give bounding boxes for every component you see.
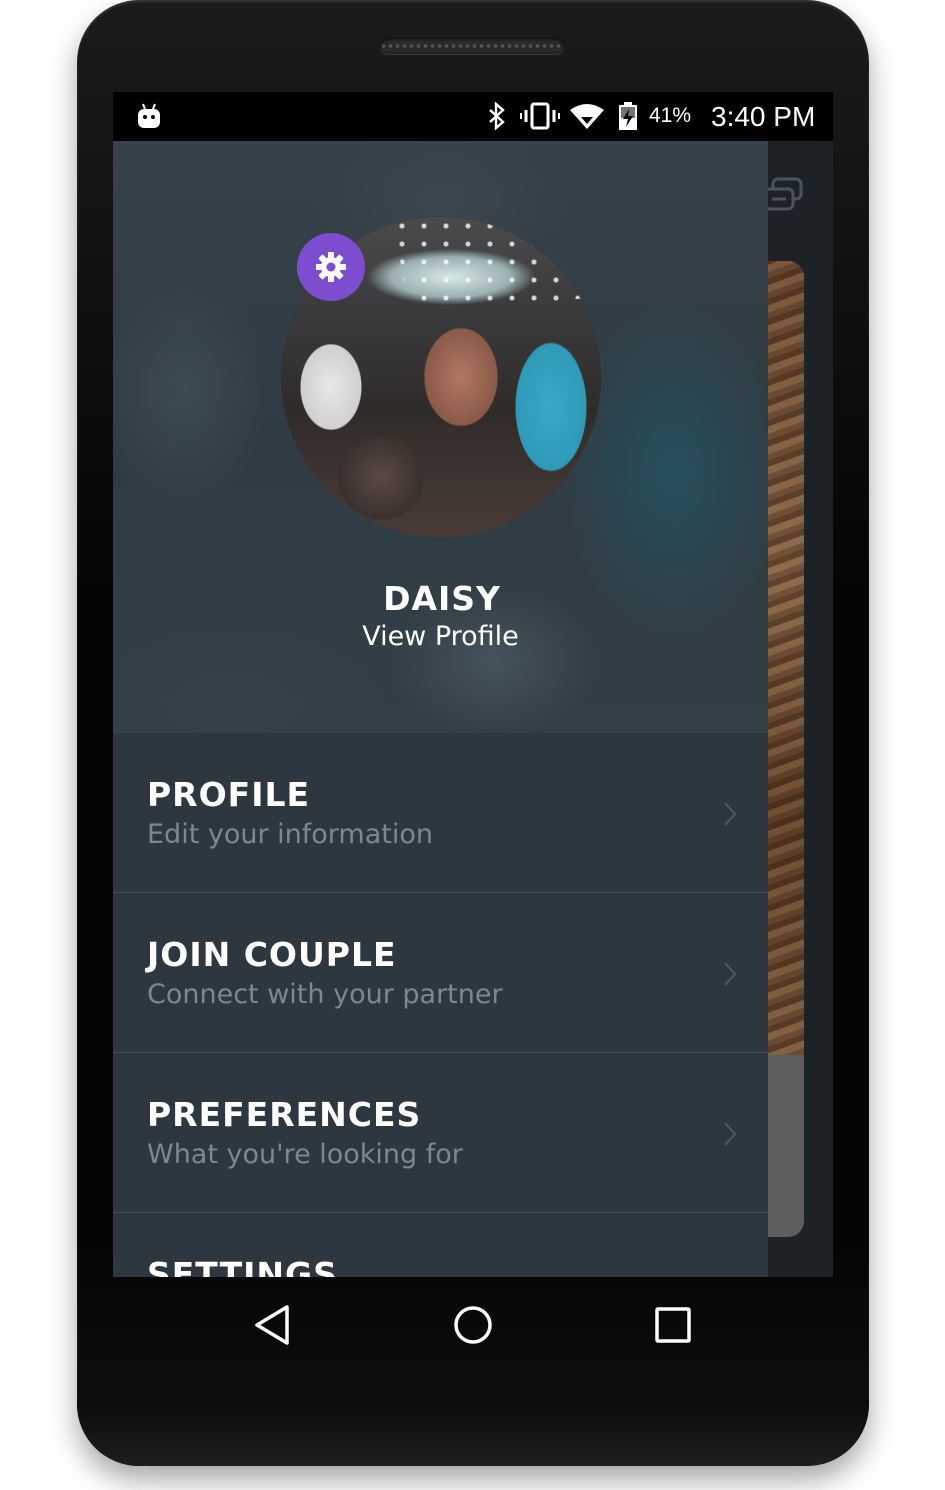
menu-item-subtitle: Connect with your partner bbox=[147, 979, 503, 1010]
user-name: DAISY bbox=[383, 579, 501, 618]
menu-item-title: JOIN COUPLE bbox=[147, 935, 397, 974]
wifi-icon bbox=[570, 104, 604, 129]
battery-percentage: 41% bbox=[649, 104, 692, 127]
drawer-header: DAISY View Profile bbox=[113, 141, 768, 733]
vibrate-icon bbox=[520, 102, 560, 130]
drawer-menu: PROFILE Edit your information JOIN COUPL… bbox=[113, 733, 768, 1277]
clock: 3:40 PM bbox=[711, 101, 816, 132]
bluetooth-icon bbox=[489, 102, 505, 130]
home-icon[interactable] bbox=[451, 1303, 495, 1347]
battery-charging-icon bbox=[619, 102, 637, 130]
menu-item-join-couple[interactable]: JOIN COUPLE Connect with your partner bbox=[113, 893, 768, 1053]
android-notification-icon bbox=[138, 103, 160, 128]
chevron-right-icon bbox=[724, 802, 737, 826]
menu-item-subtitle: What you're looking for bbox=[147, 1139, 463, 1170]
recents-icon[interactable] bbox=[651, 1303, 695, 1347]
menu-item-title: PREFERENCES bbox=[147, 1095, 422, 1134]
menu-item-profile[interactable]: PROFILE Edit your information bbox=[113, 733, 768, 893]
settings-button[interactable] bbox=[297, 233, 365, 301]
menu-item-preferences[interactable]: PREFERENCES What you're looking for bbox=[113, 1053, 768, 1213]
menu-item-title: SETTINGS bbox=[147, 1255, 338, 1277]
chat-icon[interactable] bbox=[763, 175, 805, 217]
chevron-right-icon bbox=[724, 962, 737, 986]
status-bar: 41% 3:40 PM bbox=[113, 92, 833, 141]
screen: 41% 3:40 PM DAISY View Profile PROFILE E… bbox=[113, 92, 833, 1277]
navigation-drawer: DAISY View Profile PROFILE Edit your inf… bbox=[113, 141, 768, 1277]
menu-item-subtitle: Edit your information bbox=[147, 819, 433, 850]
menu-item-settings[interactable]: SETTINGS bbox=[113, 1213, 768, 1277]
back-icon[interactable] bbox=[251, 1303, 295, 1347]
phone-chin bbox=[77, 1400, 869, 1466]
navigation-bar bbox=[77, 1277, 869, 1377]
view-profile-link[interactable]: View Profile bbox=[113, 621, 768, 652]
menu-item-title: PROFILE bbox=[147, 775, 311, 814]
earpiece-speaker bbox=[380, 38, 564, 54]
chevron-right-icon bbox=[724, 1122, 737, 1146]
gear-icon bbox=[316, 252, 346, 282]
